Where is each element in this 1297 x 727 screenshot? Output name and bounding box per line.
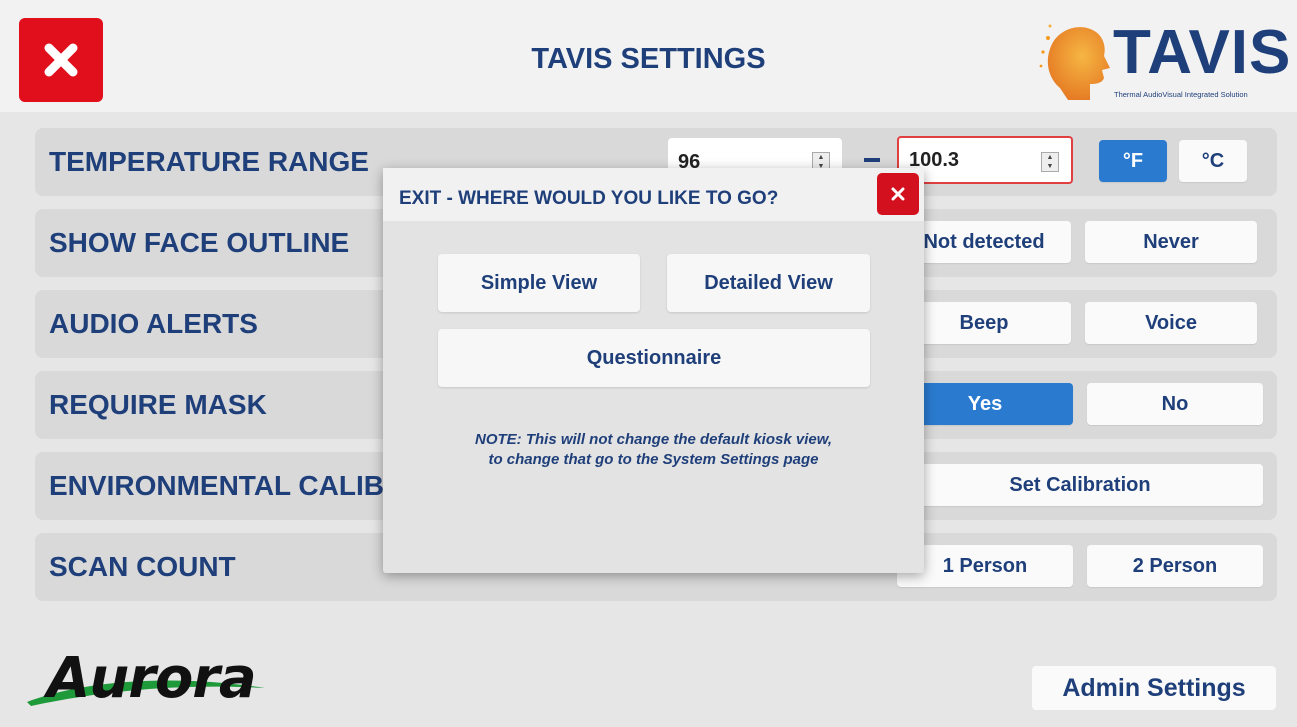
- set-calibration-button[interactable]: Set Calibration: [897, 464, 1263, 506]
- exit-dialog: EXIT - WHERE WOULD YOU LIKE TO GO? Simpl…: [383, 168, 924, 573]
- close-x-icon: [891, 187, 905, 201]
- header-bar: TAVIS SETTINGS TAVIS Thermal AudioVisual…: [0, 0, 1297, 112]
- face-outline-never-button[interactable]: Never: [1085, 221, 1257, 263]
- audio-alerts-label: AUDIO ALERTS: [49, 308, 258, 339]
- questionnaire-button[interactable]: Questionnaire: [438, 329, 870, 387]
- temperature-range-label: TEMPERATURE RANGE: [49, 146, 369, 177]
- aurora-logo: Aurora: [25, 644, 295, 718]
- detailed-view-button[interactable]: Detailed View: [667, 254, 870, 312]
- range-separator: [864, 158, 880, 162]
- scan-count-label: SCAN COUNT: [49, 551, 236, 582]
- orange-head-logo-icon: [1039, 24, 1110, 100]
- unit-celsius-button[interactable]: °C: [1179, 140, 1247, 182]
- logo-wordmark: TAVIS: [1113, 18, 1292, 87]
- exit-dialog-title: EXIT - WHERE WOULD YOU LIKE TO GO?: [399, 188, 779, 209]
- aurora-wordmark: Aurora: [47, 646, 257, 711]
- require-mask-label: REQUIRE MASK: [49, 389, 267, 420]
- note-line-1: NOTE: This will not change the default k…: [475, 431, 832, 448]
- audio-voice-button[interactable]: Voice: [1085, 302, 1257, 344]
- note-line-2: to change that go to the System Settings…: [488, 451, 819, 468]
- logo-tagline: Thermal AudioVisual Integrated Solution: [1114, 90, 1248, 99]
- face-outline-label: SHOW FACE OUTLINE: [49, 227, 350, 258]
- scan-2-person-button[interactable]: 2 Person: [1087, 545, 1263, 587]
- require-mask-no-button[interactable]: No: [1087, 383, 1263, 425]
- exit-dialog-note: NOTE: This will not change the default k…: [383, 430, 924, 470]
- unit-fahrenheit-button[interactable]: °F: [1099, 140, 1167, 182]
- simple-view-button[interactable]: Simple View: [438, 254, 640, 312]
- exit-dialog-close-button[interactable]: [877, 173, 919, 215]
- exit-dialog-header: EXIT - WHERE WOULD YOU LIKE TO GO?: [383, 168, 924, 221]
- tavis-logo: TAVIS Thermal AudioVisual Integrated Sol…: [1038, 18, 1292, 108]
- temperature-max-spinner[interactable]: ▲ ▼: [1041, 152, 1059, 172]
- admin-settings-button[interactable]: Admin Settings: [1032, 666, 1276, 710]
